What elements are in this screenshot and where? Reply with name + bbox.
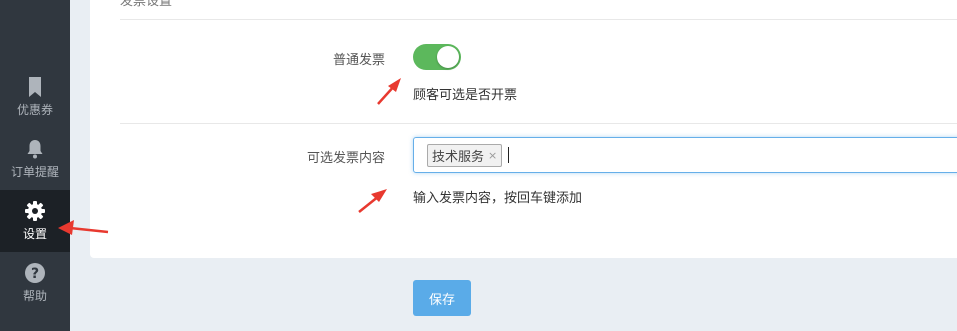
bell-icon bbox=[25, 139, 45, 159]
text-caret bbox=[508, 147, 510, 163]
section-title: 发票设置 bbox=[120, 0, 173, 9]
gear-icon bbox=[25, 200, 45, 221]
annotation-arrow-icon bbox=[377, 78, 401, 105]
divider bbox=[120, 123, 957, 124]
sidebar-item-label: 设置 bbox=[22, 226, 47, 241]
invoice-content-hint: 输入发票内容，按回车键添加 bbox=[413, 191, 583, 206]
tag-label: 技术服务 bbox=[432, 149, 485, 165]
sidebar-item-label: 帮助 bbox=[22, 288, 47, 303]
sidebar-item-label: 订单提醒 bbox=[10, 164, 59, 179]
invoice-toggle[interactable] bbox=[413, 44, 461, 70]
annotation-arrow-icon bbox=[358, 189, 387, 213]
sidebar: 优惠券 订单提醒 设置 ? 帮助 bbox=[0, 0, 70, 331]
annotation-arrow-icon bbox=[58, 220, 109, 235]
invoice-toggle-hint: 顾客可选是否开票 bbox=[413, 88, 518, 103]
sidebar-item-help[interactable]: ? 帮助 bbox=[0, 252, 70, 314]
invoice-content-input[interactable]: 技术服务 × bbox=[413, 137, 957, 173]
svg-text:?: ? bbox=[31, 266, 39, 282]
divider bbox=[120, 19, 957, 20]
tag-remove-icon[interactable]: × bbox=[488, 149, 497, 162]
invoice-content-label: 可选发票内容 bbox=[306, 151, 385, 166]
sidebar-item-label: 优惠券 bbox=[16, 102, 53, 117]
invoice-content-tag: 技术服务 × bbox=[427, 143, 503, 167]
invoice-toggle-label: 普通发票 bbox=[332, 53, 385, 68]
toggle-knob bbox=[437, 46, 459, 68]
sidebar-item-coupons[interactable]: 优惠券 bbox=[0, 66, 70, 128]
question-icon: ? bbox=[25, 262, 45, 283]
sidebar-item-order-alerts[interactable]: 订单提醒 bbox=[0, 128, 70, 190]
settings-panel: 发票设置 普通发票 顾客可选是否开票 可选发票内容 技术服务 × 输入发票内容，… bbox=[90, 0, 957, 258]
save-button[interactable]: 保存 bbox=[413, 280, 471, 316]
bookmark-icon bbox=[25, 76, 45, 97]
